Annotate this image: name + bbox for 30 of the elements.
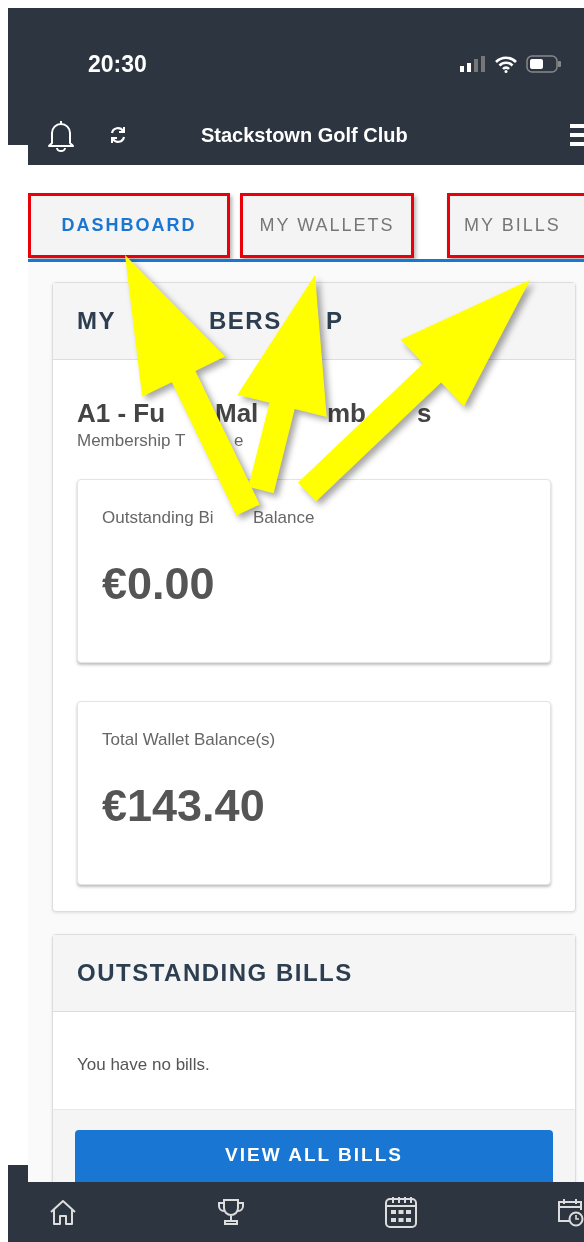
clock-time: 20:30 — [88, 51, 147, 78]
membership-type-label: e — [234, 431, 244, 450]
tab[interactable]: MY WALLETS — [240, 193, 414, 258]
balance-amount: €0.00 — [102, 558, 216, 610]
membership-type-name: s — [417, 398, 432, 428]
membership-type-label: Membership T — [77, 431, 186, 450]
home-icon[interactable] — [48, 1198, 78, 1226]
signal-icon — [460, 55, 486, 72]
tab[interactable]: MY BILLS — [447, 193, 584, 258]
wifi-icon — [494, 54, 518, 73]
trophy-icon[interactable] — [216, 1197, 246, 1227]
card-heading: BERS — [209, 307, 282, 334]
card-heading: OUTSTANDING BILLS — [53, 935, 575, 1012]
calendar-icon[interactable] — [384, 1195, 418, 1229]
membership-type-name: A1 - Fu — [77, 398, 166, 428]
battery-icon — [526, 54, 562, 73]
view-all-bills-button[interactable]: VIEW ALL BILLS — [75, 1130, 553, 1182]
notification-bell-icon[interactable] — [46, 118, 76, 152]
app-title: Stackstown Golf Club — [201, 123, 409, 147]
card-heading: MY — [77, 307, 116, 334]
refresh-icon[interactable] — [108, 125, 128, 145]
balance-label: Outstanding Bi — [102, 508, 214, 527]
membership-type-name: mb — [327, 398, 366, 428]
membership-type-name: Mal — [215, 398, 259, 428]
balance-label: Total Wallet Balance(s) — [102, 730, 276, 749]
calendar-clock-icon[interactable] — [556, 1197, 584, 1227]
tab[interactable]: DASHBOARD — [28, 193, 230, 258]
card-heading: P — [326, 307, 344, 334]
balance-label: Balance — [253, 508, 315, 527]
balance-amount: €143.40 — [102, 780, 266, 832]
